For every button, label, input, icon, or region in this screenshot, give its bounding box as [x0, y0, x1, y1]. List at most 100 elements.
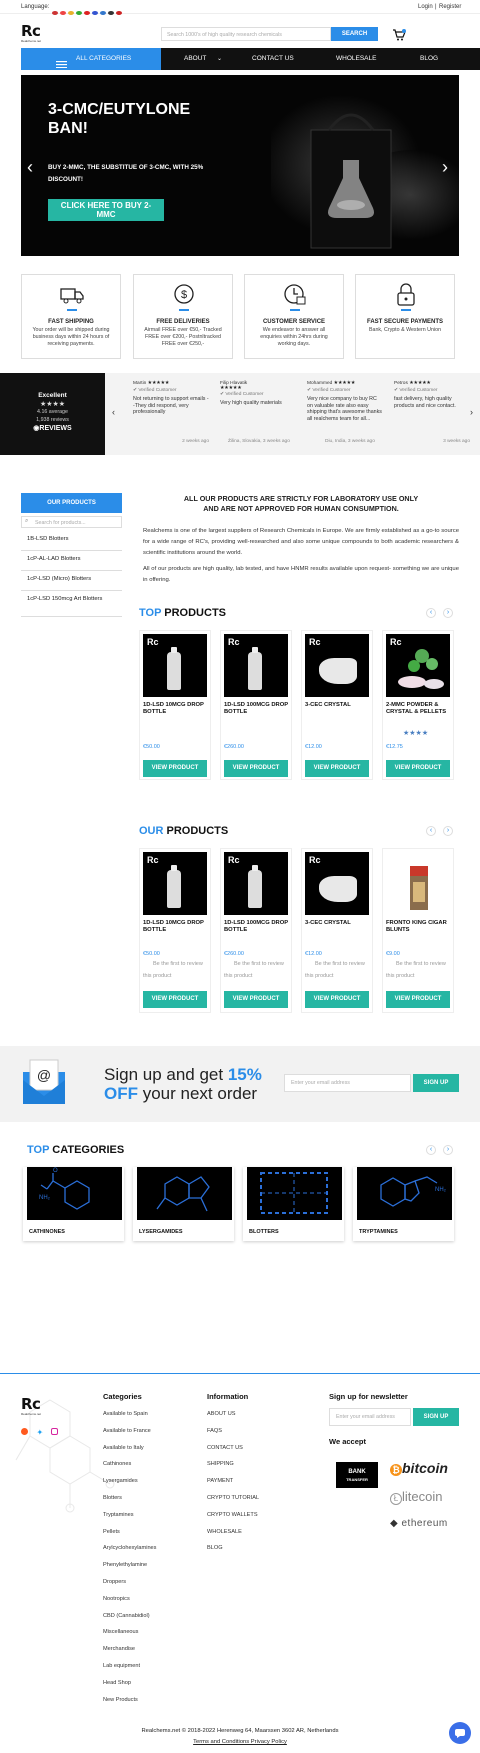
- chevron-left-icon[interactable]: ‹: [27, 157, 33, 178]
- footer-info-link[interactable]: BLOG: [207, 1545, 223, 1551]
- flag-icon[interactable]: [100, 10, 106, 15]
- footer-category-link[interactable]: Lysergamides: [103, 1478, 138, 1484]
- chevron-left-icon[interactable]: ‹: [426, 826, 436, 836]
- sidebar-search-input[interactable]: ⌕ Search for products...: [21, 516, 122, 528]
- svg-text:$: $: [181, 289, 187, 301]
- view-product-button[interactable]: VIEW PRODUCT: [305, 760, 369, 777]
- search-icon: ⌕: [25, 518, 29, 524]
- language-flags[interactable]: [52, 4, 124, 22]
- footer-category-link[interactable]: Available to Spain: [103, 1411, 148, 1417]
- flag-icon[interactable]: [108, 10, 114, 15]
- cart-icon[interactable]: [392, 28, 406, 46]
- social-icons: ✦: [21, 1422, 58, 1440]
- footer-category-link[interactable]: Merchandise: [103, 1646, 135, 1652]
- sidebar-item[interactable]: 1cP-AL-LAD Blotters: [21, 553, 122, 571]
- reddit-icon[interactable]: [21, 1428, 28, 1435]
- category-card[interactable]: NH₂ TRYPTAMINES: [353, 1167, 454, 1241]
- product-card[interactable]: FRONTO KING CIGAR BLUNTS €9.00 Be the fi…: [382, 848, 454, 1013]
- product-card[interactable]: Rc 1D-LSD 10MCG DROP BOTTLE €50.00 VIEW …: [139, 630, 211, 780]
- instagram-icon[interactable]: [50, 1428, 58, 1435]
- product-card[interactable]: Rc 1D-LSD 10MCG DROP BOTTLE €50.00 Be th…: [139, 848, 211, 1013]
- footer-category-link[interactable]: CBD (Cannabidiol): [103, 1613, 150, 1619]
- all-categories-button[interactable]: ALL CATEGORIES: [21, 48, 161, 70]
- flag-icon[interactable]: [52, 10, 58, 15]
- register-link[interactable]: Register: [439, 4, 461, 10]
- footer-category-link[interactable]: New Products: [103, 1697, 138, 1703]
- category-card[interactable]: BLOTTERS: [243, 1167, 344, 1241]
- footer-category-link[interactable]: Nootropics: [103, 1596, 130, 1602]
- nav-item-blog[interactable]: BLOG: [420, 48, 438, 70]
- footer-category-link[interactable]: Cathinones: [103, 1461, 131, 1467]
- newsletter-signup-button[interactable]: SIGN UP: [413, 1408, 459, 1426]
- footer-category-link[interactable]: Head Shop: [103, 1680, 131, 1686]
- sidebar-item[interactable]: 1B-LSD Blotters: [21, 533, 122, 551]
- product-card[interactable]: Rc 3-CEC CRYSTAL €12.00 VIEW PRODUCT: [301, 630, 373, 780]
- chevron-down-icon[interactable]: ⌄: [217, 48, 222, 70]
- chevron-right-icon[interactable]: ›: [443, 608, 453, 618]
- hero-cta-button[interactable]: CLICK HERE TO BUY 2- MMC: [48, 199, 164, 221]
- terms-link[interactable]: Terms and Conditions Privacy Policy: [0, 1739, 480, 1745]
- search-button[interactable]: SEARCH: [331, 27, 378, 41]
- product-card[interactable]: Rc 1D-LSD 100MCG DROP BOTTLE €260.00 Be …: [220, 848, 292, 1013]
- product-card[interactable]: Rc 2-MMC POWDER & CRYSTAL & PELLETS ★★★★…: [382, 630, 454, 780]
- twitter-icon[interactable]: ✦: [36, 1428, 43, 1437]
- flag-icon[interactable]: [60, 10, 66, 15]
- view-product-button[interactable]: VIEW PRODUCT: [224, 991, 288, 1008]
- footer-category-link[interactable]: Phenylethylamine: [103, 1562, 147, 1568]
- chevron-left-icon[interactable]: ‹: [426, 1145, 436, 1155]
- login-link[interactable]: Login: [418, 4, 433, 10]
- sidebar-item[interactable]: 1cP-LSD (Micro) Blotters: [21, 573, 122, 591]
- search-input[interactable]: Search 1000's of high quality research c…: [161, 27, 331, 41]
- footer-category-link[interactable]: Arylcyclohexylamines: [103, 1545, 156, 1551]
- site-logo[interactable]: Rc Realchems.net: [21, 22, 41, 43]
- footer-info-link[interactable]: SHIPPING: [207, 1461, 234, 1467]
- nav-item-about[interactable]: ABOUT: [184, 48, 206, 70]
- category-card[interactable]: O NH₂ CATHINONES: [23, 1167, 124, 1241]
- reviews-summary[interactable]: Excellent ★★★★ 4.16 average 1,938 review…: [0, 373, 105, 455]
- chevron-right-icon[interactable]: ›: [443, 826, 453, 836]
- flag-icon[interactable]: [92, 10, 98, 15]
- view-product-button[interactable]: VIEW PRODUCT: [386, 760, 450, 777]
- footer-info-link[interactable]: ABOUT US: [207, 1411, 236, 1417]
- footer-info-link[interactable]: WHOLESALE: [207, 1529, 242, 1535]
- flag-icon[interactable]: [116, 10, 122, 15]
- signup-email-input[interactable]: Enter your email address: [284, 1074, 411, 1092]
- view-product-button[interactable]: VIEW PRODUCT: [305, 991, 369, 1008]
- newsletter-email-input[interactable]: Enter your email address: [329, 1408, 411, 1426]
- reviews-widget: Excellent ★★★★ 4.16 average 1,938 review…: [0, 373, 480, 455]
- view-product-button[interactable]: VIEW PRODUCT: [143, 991, 207, 1008]
- footer-category-link[interactable]: Pellets: [103, 1529, 120, 1535]
- footer-category-link[interactable]: Lab equipment: [103, 1663, 140, 1669]
- product-card[interactable]: Rc 1D-LSD 100MCG DROP BOTTLE €260.00 VIE…: [220, 630, 292, 780]
- flag-icon[interactable]: [68, 10, 74, 15]
- footer-category-link[interactable]: Miscellaneous: [103, 1629, 138, 1635]
- footer-info-link[interactable]: CRYPTO TUTORIAL: [207, 1495, 259, 1501]
- view-product-button[interactable]: VIEW PRODUCT: [143, 760, 207, 777]
- flag-icon[interactable]: [84, 10, 90, 15]
- nav-item-contact[interactable]: CONTACT US: [252, 48, 294, 70]
- chat-button[interactable]: [449, 1722, 471, 1744]
- chevron-right-icon[interactable]: ›: [442, 157, 448, 178]
- footer-info-link[interactable]: FAQS: [207, 1428, 222, 1434]
- chevron-left-icon[interactable]: ‹: [112, 407, 115, 417]
- sidebar-item[interactable]: 1cP-LSD 150mcg Art Blotters: [21, 593, 122, 617]
- footer-category-link[interactable]: Droppers: [103, 1579, 126, 1585]
- chevron-left-icon[interactable]: ‹: [426, 608, 436, 618]
- footer-category-link[interactable]: Tryptamines: [103, 1512, 134, 1518]
- footer-category-link[interactable]: Blotters: [103, 1495, 122, 1501]
- footer-info-link[interactable]: PAYMENT: [207, 1478, 233, 1484]
- view-product-button[interactable]: VIEW PRODUCT: [386, 991, 450, 1008]
- footer-category-link[interactable]: Available to Italy: [103, 1445, 144, 1451]
- signup-button[interactable]: SIGN UP: [413, 1074, 459, 1092]
- flag-icon[interactable]: [76, 10, 82, 15]
- chevron-right-icon[interactable]: ›: [443, 1145, 453, 1155]
- footer-logo[interactable]: Rc Realchems.net: [21, 1395, 41, 1416]
- product-card[interactable]: Rc 3-CEC CRYSTAL €12.00 Be the first to …: [301, 848, 373, 1013]
- category-card[interactable]: LYSERGAMIDES: [133, 1167, 234, 1241]
- footer-info-link[interactable]: CRYPTO WALLETS: [207, 1512, 258, 1518]
- chevron-right-icon[interactable]: ›: [470, 407, 473, 417]
- nav-item-wholesale[interactable]: WHOLESALE: [336, 48, 376, 70]
- footer-category-link[interactable]: Available to France: [103, 1428, 151, 1434]
- footer-info-link[interactable]: CONTACT US: [207, 1445, 243, 1451]
- view-product-button[interactable]: VIEW PRODUCT: [224, 760, 288, 777]
